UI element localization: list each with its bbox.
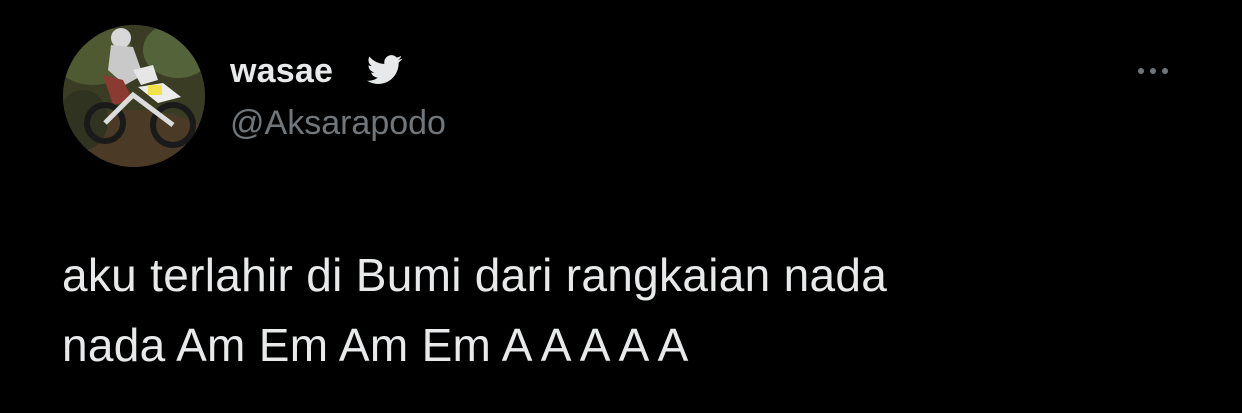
tweet-text-line: aku terlahir di Bumi dari rangkaian nada xyxy=(62,249,888,301)
tweet-text: aku terlahir di Bumi dari rangkaian nada… xyxy=(62,240,1212,380)
more-dot xyxy=(1138,68,1144,74)
author-handle[interactable]: @Aksarapodo xyxy=(230,101,446,145)
more-options-icon[interactable] xyxy=(1128,56,1178,86)
more-dot xyxy=(1162,68,1168,74)
tweet-card: wasae @Aksarapodo aku terlahir di Bumi d… xyxy=(0,0,1242,413)
author-display-name[interactable]: wasae xyxy=(230,49,333,93)
twitter-bird-icon xyxy=(367,55,403,84)
more-dot xyxy=(1150,68,1156,74)
tweet-text-line: nada Am Em Am Em A A A A A xyxy=(62,319,689,371)
avatar[interactable] xyxy=(63,25,205,167)
avatar-image xyxy=(63,25,205,167)
